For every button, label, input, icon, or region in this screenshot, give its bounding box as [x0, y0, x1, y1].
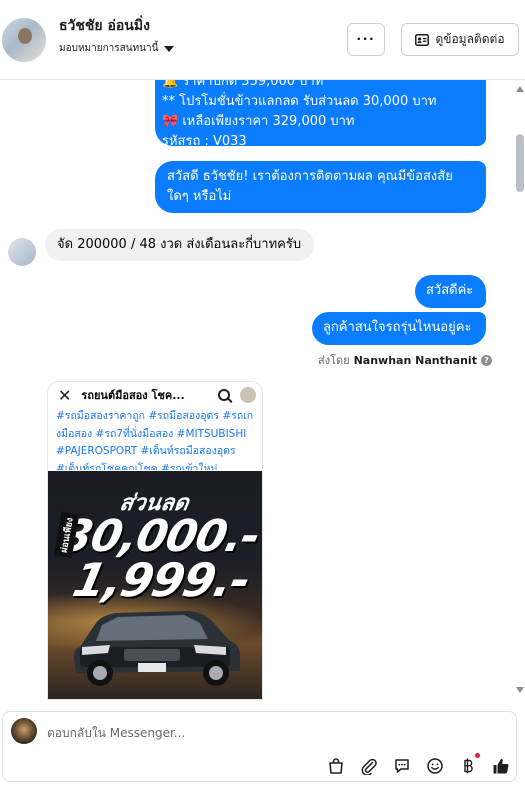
card-topbar: ✕ รถยนต์มือสอง โชค...: [48, 382, 262, 408]
page-avatar: [11, 718, 37, 744]
message-composer: [2, 711, 517, 782]
message-thread[interactable]: 🔔 ราคาปกติ 359,000 บาท ** โปรโมชั่นข้าวแ…: [0, 80, 525, 700]
contact-name[interactable]: ธวัชชัย อ่อนมิ่ง: [59, 15, 150, 37]
sent-by-indicator: ส่งโดย Nanwhan Nanthanit ?: [318, 351, 492, 369]
assign-label: มอบหมายการสนทนานี้: [59, 43, 159, 54]
offer-line-car-code: รหัสรถ : V033: [162, 134, 247, 149]
sent-by-prefix: ส่งโดย: [318, 354, 350, 367]
incoming-message[interactable]: จัด 200000 / 48 งวด ส่งเดือนละกี่บาทครับ: [45, 229, 314, 261]
page-thumbnail: [240, 387, 256, 403]
saved-reply-icon[interactable]: [391, 755, 413, 777]
offer-line-regular-price: 🔔 ราคาปกติ 359,000 บาท: [162, 80, 324, 89]
outgoing-message-question[interactable]: ลูกค้าสนใจรถรุ่นไหนอยู่คะ: [312, 312, 486, 345]
notification-dot: [475, 753, 480, 758]
close-icon[interactable]: ✕: [58, 386, 71, 405]
search-icon[interactable]: [218, 389, 230, 401]
reply-input[interactable]: [47, 724, 467, 742]
conversation-header: ธวัชชัย อ่อนมิ่ง มอบหมายการสนทนานี้ ··· …: [0, 0, 525, 80]
card-page-title: รถยนต์มือสอง โชค...: [81, 389, 185, 402]
sent-by-name: Nanwhan Nanthanit: [353, 353, 477, 367]
contact-card-icon: [415, 33, 430, 46]
shop-icon[interactable]: [325, 755, 347, 777]
composer-toolbar: [325, 753, 523, 778]
card-hashtags[interactable]: #รถมือสองราคาถูก #รถมือสองอุดร #รถเกงมือ…: [48, 408, 262, 470]
outgoing-message-followup[interactable]: สวัสดี ธวัชชัย! เราต้องการติดตามผล คุณมี…: [155, 161, 486, 213]
currency-icon[interactable]: [457, 753, 480, 777]
emoji-icon[interactable]: [424, 755, 446, 777]
view-contact-button[interactable]: ดูข้อมูลติดต่อ: [401, 23, 519, 56]
caret-down-icon: [164, 45, 175, 52]
scroll-thumb[interactable]: [516, 134, 524, 192]
contact-avatar[interactable]: [2, 18, 46, 62]
outgoing-message-greeting[interactable]: สวัสดีค่ะ: [415, 275, 486, 308]
info-icon[interactable]: ?: [480, 354, 492, 366]
shared-story-card[interactable]: ✕ รถยนต์มือสอง โชค... #รถมือสองราคาถูก #…: [47, 381, 263, 700]
customer-avatar[interactable]: [8, 238, 36, 266]
offer-line-final-price: 🎀 เหลือเพียงราคา 329,000 บาท: [162, 114, 355, 129]
scroll-down-arrow-icon[interactable]: [516, 687, 524, 693]
thread-scrollbar[interactable]: [515, 80, 525, 700]
like-icon[interactable]: [490, 755, 512, 777]
view-contact-label: ดูข้อมูลติดต่อ: [435, 32, 505, 46]
attachment-icon[interactable]: [358, 755, 380, 777]
assign-conversation-dropdown[interactable]: มอบหมายการสนทนานี้: [59, 41, 175, 56]
more-options-button[interactable]: ···: [347, 23, 385, 56]
promo-image[interactable]: ส่วนลด 30,000.- ผ่อนเพียง 1,999.-: [48, 471, 262, 699]
outgoing-message-offer[interactable]: 🔔 ราคาปกติ 359,000 บาท ** โปรโมชั่นข้าวแ…: [155, 80, 486, 149]
suv-car-image: [74, 611, 240, 686]
offer-line-promotion: ** โปรโมชั่นข้าวแลกลด รับส่วนลด 30,000 บ…: [162, 94, 437, 109]
scroll-up-arrow-icon[interactable]: [516, 86, 524, 92]
